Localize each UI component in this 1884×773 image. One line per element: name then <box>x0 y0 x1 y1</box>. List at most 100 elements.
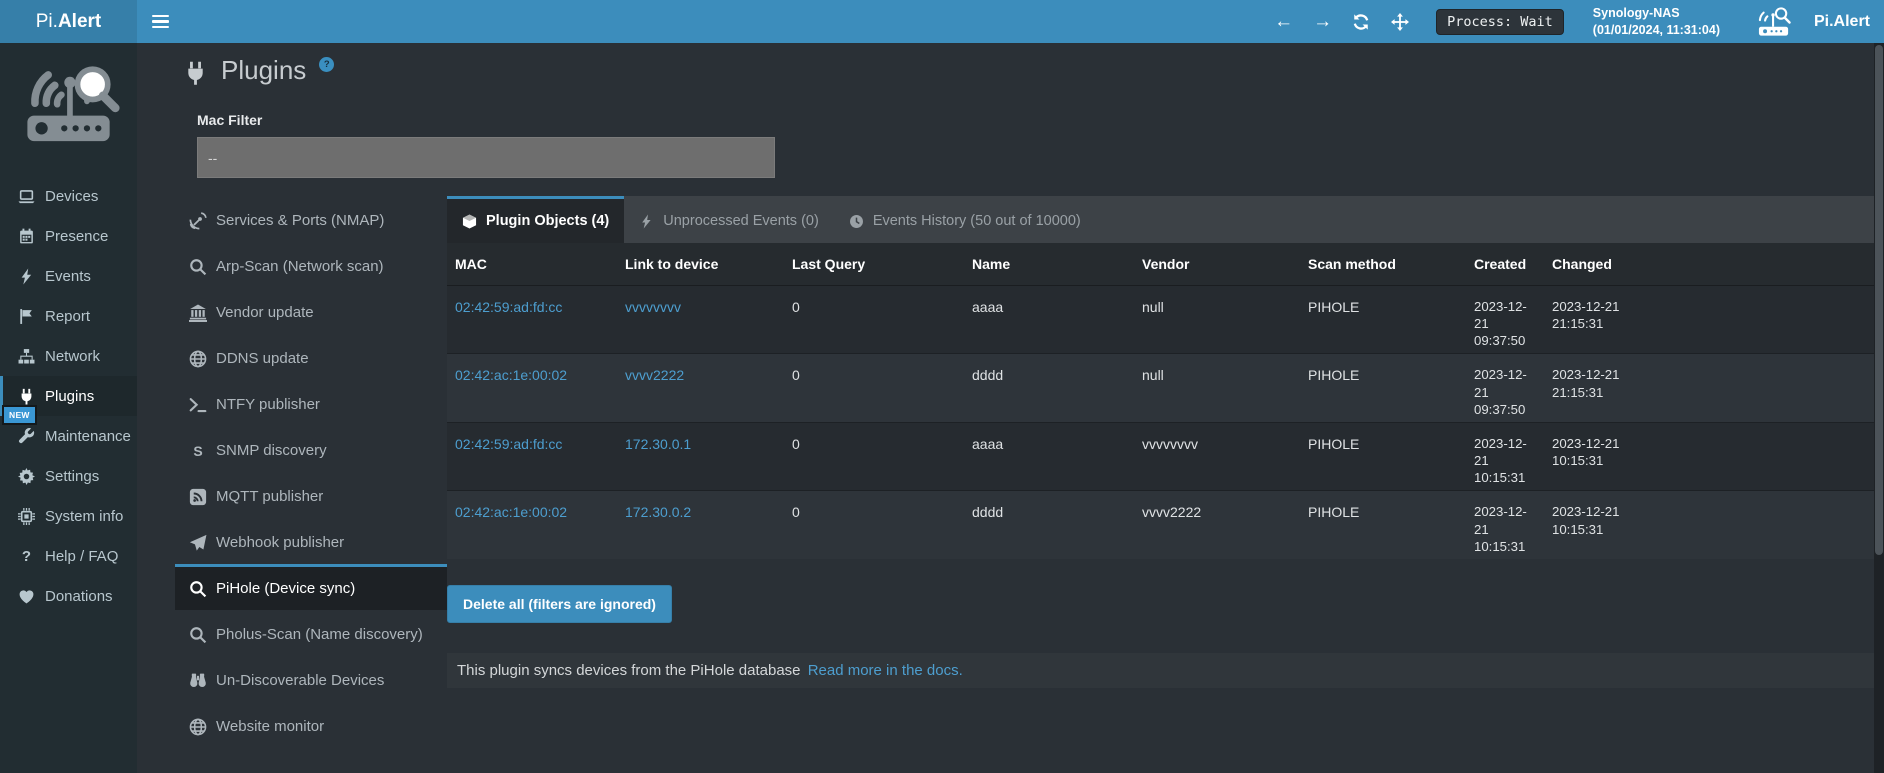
bolt-icon <box>639 214 654 229</box>
cell-vendor: null <box>1134 354 1300 422</box>
binoculars-icon <box>189 672 207 690</box>
sidebar-item-help-faq[interactable]: ?Help / FAQ <box>0 536 137 576</box>
column-header-vendor[interactable]: Vendor <box>1134 243 1300 286</box>
cell-scan-method: PIHOLE <box>1300 286 1466 354</box>
host-info: Synology-NAS (01/01/2024, 11:31:04) <box>1593 5 1720 39</box>
plugin-nav-item-website-monitor[interactable]: Website monitor <box>175 702 447 748</box>
cell-name: dddd <box>964 491 1134 559</box>
forward-arrow-icon[interactable]: → <box>1313 13 1331 31</box>
cell-filler <box>1632 422 1874 490</box>
cell-name: aaaa <box>964 286 1134 354</box>
plugin-nav-item-snmp-discovery[interactable]: SSNMP discovery <box>175 426 447 472</box>
plugin-nav-item-ntfy-publisher[interactable]: NTFY publisher <box>175 380 447 426</box>
delete-all-button[interactable]: Delete all (filters are ignored) <box>447 585 672 623</box>
plugin-nav-item-arp-scan-network-scan[interactable]: Arp-Scan (Network scan) <box>175 242 447 288</box>
table-header-row: MACLink to deviceLast QueryNameVendorSca… <box>447 243 1874 286</box>
host-name: Synology-NAS <box>1593 5 1720 22</box>
new-badge: NEW <box>2 405 37 425</box>
plugin-nav-item-pihole-device-sync[interactable]: PiHole (Device sync) <box>175 564 447 610</box>
plugin-nav-label: Webhook publisher <box>216 534 344 551</box>
cell-created: 2023-12-2110:15:31 <box>1466 422 1544 490</box>
clock-icon <box>849 214 864 229</box>
back-arrow-icon[interactable]: ← <box>1274 13 1292 31</box>
move-icon[interactable] <box>1391 13 1409 31</box>
link-to-device-link[interactable]: 172.30.0.1 <box>625 436 691 452</box>
plugin-detail-panel: Plugin Objects (4) Unprocessed Events (0)… <box>447 196 1874 688</box>
cell-created: 2023-12-2109:37:50 <box>1466 286 1544 354</box>
column-header-name[interactable]: Name <box>964 243 1134 286</box>
main-content: Plugins ? Mac Filter Services & Ports (N… <box>137 43 1874 773</box>
sitemap-icon <box>18 348 35 365</box>
cell-mac: 02:42:ac:1e:00:02 <box>447 491 617 559</box>
cell-name: aaaa <box>964 422 1134 490</box>
sidebar-item-events[interactable]: Events <box>0 256 137 296</box>
sidebar-item-settings[interactable]: Settings <box>0 456 137 496</box>
sidebar-item-label: Maintenance <box>45 428 131 445</box>
cell-scan-method: PIHOLE <box>1300 422 1466 490</box>
top-navbar: Pi.Alert ← → Process: Wait Synology-NAS … <box>0 0 1884 43</box>
magnifier-icon <box>189 258 207 276</box>
plugin-nav-item-mqtt-publisher[interactable]: MQTT publisher <box>175 472 447 518</box>
sidebar-item-maintenance[interactable]: MaintenanceNEW <box>0 416 137 456</box>
plugin-nav-item-ddns-update[interactable]: DDNS update <box>175 334 447 380</box>
tab-label: Plugin Objects (4) <box>486 213 609 229</box>
table-row: 02:42:59:ad:fd:ccvvvvvvvv0aaaanullPIHOLE… <box>447 286 1874 354</box>
sidebar-item-presence[interactable]: Presence <box>0 216 137 256</box>
help-badge[interactable]: ? <box>319 57 334 72</box>
s-icon: S <box>189 442 207 460</box>
link-to-device-link[interactable]: vvvv2222 <box>625 367 684 383</box>
sidebar-item-report[interactable]: Report <box>0 296 137 336</box>
column-header-last-query[interactable]: Last Query <box>784 243 964 286</box>
tab-bar: Plugin Objects (4) Unprocessed Events (0)… <box>447 196 1874 243</box>
mac-filter-label: Mac Filter <box>197 112 1874 128</box>
sidebar-item-devices[interactable]: Devices <box>0 176 137 216</box>
sidebar-item-label: Events <box>45 268 91 285</box>
column-header-created[interactable]: Created <box>1466 243 1544 286</box>
mac-filter-input[interactable] <box>197 137 775 178</box>
scrollbar-thumb[interactable] <box>1875 45 1883 555</box>
plugin-nav-item-vendor-update[interactable]: Vendor update <box>175 288 447 334</box>
tab-events-history-50-out-of-10000[interactable]: Events History (50 out of 10000) <box>834 196 1096 243</box>
tab-unprocessed-events-0[interactable]: Unprocessed Events (0) <box>624 196 834 243</box>
plugins-nav-list: Services & Ports (NMAP)Arp-Scan (Network… <box>175 196 447 748</box>
cell-last-query: 0 <box>784 422 964 490</box>
docs-link[interactable]: Read more in the docs. <box>808 662 963 679</box>
brand-link[interactable]: Pi.Alert <box>1814 13 1870 31</box>
link-to-device-link[interactable]: 172.30.0.2 <box>625 504 691 520</box>
column-header-scan-method[interactable]: Scan method <box>1300 243 1466 286</box>
terminal-icon <box>189 396 207 414</box>
plugin-nav-label: Un-Discoverable Devices <box>216 672 384 689</box>
plugin-nav-item-un-discoverable-devices[interactable]: Un-Discoverable Devices <box>175 656 447 702</box>
sidebar-item-network[interactable]: Network <box>0 336 137 376</box>
app-logo[interactable]: Pi.Alert <box>0 0 137 43</box>
plugin-nav-item-webhook-publisher[interactable]: Webhook publisher <box>175 518 447 564</box>
magnifier-icon <box>189 626 207 644</box>
sidebar-item-label: Help / FAQ <box>45 548 118 565</box>
process-status-badge[interactable]: Process: Wait <box>1436 9 1564 35</box>
plugin-description-text: This plugin syncs devices from the PiHol… <box>457 662 801 679</box>
plug-icon <box>18 388 35 405</box>
table-row: 02:42:ac:1e:00:02172.30.0.20ddddvvvv2222… <box>447 491 1874 559</box>
plugin-nav-item-pholus-scan-name-discovery[interactable]: Pholus-Scan (Name discovery) <box>175 610 447 656</box>
tab-plugin-objects-4[interactable]: Plugin Objects (4) <box>447 196 624 243</box>
cell-link-to-device: vvvv2222 <box>617 354 784 422</box>
mac-link[interactable]: 02:42:ac:1e:00:02 <box>455 367 567 383</box>
cell-vendor: vvvv2222 <box>1134 491 1300 559</box>
cell-created: 2023-12-2110:15:31 <box>1466 491 1544 559</box>
plugin-nav-label: Pholus-Scan (Name discovery) <box>216 626 423 643</box>
plugin-nav-label: Vendor update <box>216 304 314 321</box>
column-header-mac[interactable]: MAC <box>447 243 617 286</box>
refresh-icon[interactable] <box>1352 13 1370 31</box>
mac-link[interactable]: 02:42:ac:1e:00:02 <box>455 504 567 520</box>
plugin-nav-item-services-ports-nmap[interactable]: Services & Ports (NMAP) <box>175 196 447 242</box>
mac-link[interactable]: 02:42:59:ad:fd:cc <box>455 436 562 452</box>
hamburger-menu-button[interactable] <box>137 0 183 43</box>
link-to-device-link[interactable]: vvvvvvvv <box>625 299 681 315</box>
mac-link[interactable]: 02:42:59:ad:fd:cc <box>455 299 562 315</box>
pialert-router-logo <box>17 60 121 156</box>
sidebar-item-system-info[interactable]: System info <box>0 496 137 536</box>
table-row: 02:42:59:ad:fd:cc172.30.0.10aaaavvvvvvvv… <box>447 422 1874 490</box>
sidebar-item-donations[interactable]: Donations <box>0 576 137 616</box>
column-header-changed[interactable]: Changed <box>1544 243 1632 286</box>
column-header-link-to-device[interactable]: Link to device <box>617 243 784 286</box>
